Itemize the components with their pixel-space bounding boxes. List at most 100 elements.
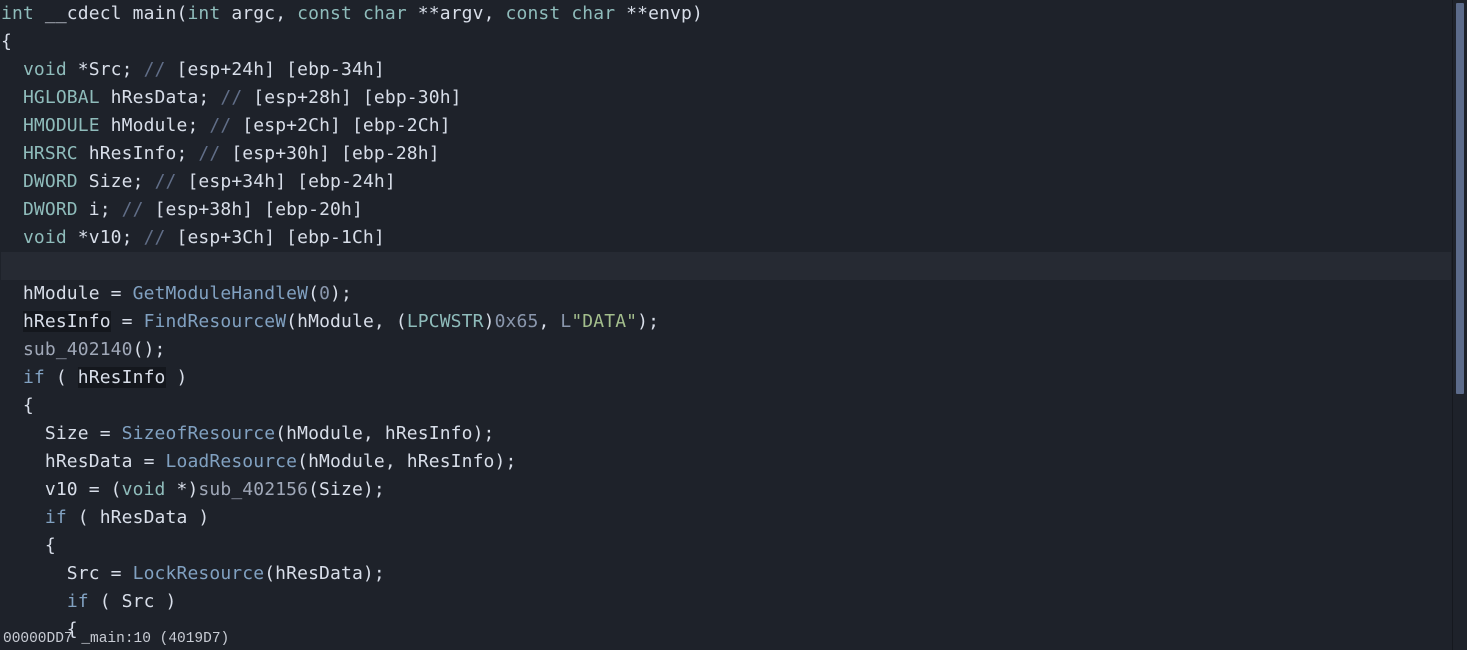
code-text: [esp+2Ch] [ebp-2Ch] bbox=[242, 115, 451, 136]
code-text: main bbox=[132, 3, 177, 24]
code-line[interactable]: DWORD Size; // [esp+34h] [ebp-24h] bbox=[1, 168, 1451, 196]
code-text: hModule = bbox=[1, 283, 133, 304]
comment-token: // bbox=[143, 59, 177, 80]
code-line[interactable]: if ( hResInfo ) bbox=[1, 364, 1451, 392]
code-text: , bbox=[538, 311, 561, 332]
function-token[interactable]: GetModuleHandleW bbox=[133, 283, 308, 304]
keyword-token: if bbox=[22, 367, 45, 388]
code-text: ( bbox=[44, 367, 78, 388]
function-token[interactable]: LockResource bbox=[133, 563, 265, 584]
subroutine-token[interactable]: sub_402156 bbox=[198, 479, 308, 500]
code-text: ( Src ) bbox=[88, 591, 177, 612]
comment-token: // bbox=[154, 171, 188, 192]
type-token: const bbox=[297, 3, 352, 24]
function-token[interactable]: LoadResource bbox=[166, 451, 298, 472]
function-token[interactable]: FindResourceW bbox=[144, 311, 287, 332]
code-line[interactable]: { bbox=[1, 532, 1451, 560]
type-token: const bbox=[505, 3, 561, 24]
code-text: ); bbox=[330, 283, 352, 304]
code-line[interactable]: void *v10; // [esp+3Ch] [ebp-1Ch] bbox=[1, 224, 1451, 252]
comment-token: // bbox=[220, 87, 254, 108]
comment-token: // bbox=[121, 199, 155, 220]
code-line[interactable]: void *Src; // [esp+24h] [ebp-34h] bbox=[1, 56, 1451, 84]
code-text: ) bbox=[483, 311, 495, 332]
code-text: [esp+38h] [ebp-20h] bbox=[154, 199, 363, 220]
type-token: HMODULE bbox=[22, 115, 100, 136]
subroutine-token[interactable]: sub_402140 bbox=[23, 339, 133, 360]
code-line[interactable]: HGLOBAL hResData; // [esp+28h] [ebp-30h] bbox=[1, 84, 1451, 112]
code-line[interactable]: HMODULE hModule; // [esp+2Ch] [ebp-2Ch] bbox=[1, 112, 1451, 140]
code-text: (hModule, hResInfo); bbox=[297, 451, 517, 472]
type-token: HRSRC bbox=[22, 143, 78, 164]
type-token: DWORD bbox=[22, 171, 78, 192]
code-line[interactable]: if ( Src ) bbox=[1, 588, 1451, 616]
code-text: [esp+34h] [ebp-24h] bbox=[187, 171, 396, 192]
code-text: hResData = bbox=[1, 451, 166, 472]
code-line[interactable]: if ( hResData ) bbox=[1, 504, 1451, 532]
highlighted-identifier[interactable]: hResInfo bbox=[22, 311, 111, 332]
number-token: 0 bbox=[319, 283, 331, 304]
code-text: (hModule, ( bbox=[286, 311, 407, 332]
type-token: char bbox=[362, 3, 407, 24]
code-text: ) bbox=[165, 367, 188, 388]
type-token: void bbox=[121, 479, 166, 500]
code-line[interactable]: { bbox=[1, 28, 1451, 56]
function-token[interactable]: SizeofResource bbox=[122, 423, 276, 444]
scrollbar-thumb[interactable] bbox=[1456, 3, 1464, 394]
code-text: (hResData); bbox=[264, 563, 385, 584]
number-token: 0x65 bbox=[494, 311, 539, 332]
code-text: [esp+30h] [ebp-28h] bbox=[231, 143, 440, 164]
code-line[interactable]: int __cdecl main(int argc, const char **… bbox=[1, 0, 1451, 28]
code-text: argc, bbox=[220, 3, 298, 24]
type-token: int bbox=[1, 3, 34, 24]
vertical-scrollbar[interactable] bbox=[1452, 0, 1467, 650]
pseudocode-view[interactable]: int __cdecl main(int argc, const char **… bbox=[0, 0, 1452, 650]
string-token: "DATA" bbox=[571, 311, 638, 332]
code-text: *Src; bbox=[66, 59, 144, 80]
code-text: **envp) bbox=[615, 3, 703, 24]
code-text: Size; bbox=[77, 171, 155, 192]
code-line[interactable]: { bbox=[1, 392, 1451, 420]
code-text: __cdecl bbox=[33, 3, 133, 24]
code-line[interactable]: v10 = (void *)sub_402156(Size); bbox=[1, 476, 1451, 504]
highlighted-identifier[interactable]: hResInfo bbox=[77, 367, 166, 388]
type-token: LPCWSTR bbox=[406, 311, 484, 332]
code-text: Src = bbox=[1, 563, 133, 584]
code-text: *v10; bbox=[66, 227, 144, 248]
code-text: ( bbox=[176, 3, 188, 24]
code-line[interactable]: hResInfo = FindResourceW(hModule, (LPCWS… bbox=[1, 308, 1451, 336]
code-line[interactable]: sub_402140(); bbox=[1, 336, 1451, 364]
code-text: i; bbox=[77, 199, 122, 220]
number-token: L bbox=[560, 311, 572, 332]
type-token: int bbox=[187, 3, 221, 24]
code-text: [esp+28h] [ebp-30h] bbox=[253, 87, 462, 108]
code-line[interactable]: DWORD i; // [esp+38h] [ebp-20h] bbox=[1, 196, 1451, 224]
code-text: hResInfo; bbox=[77, 143, 199, 164]
type-token: char bbox=[571, 3, 616, 24]
code-text: ( bbox=[308, 283, 320, 304]
code-line[interactable]: hResData = LoadResource(hModule, hResInf… bbox=[1, 448, 1451, 476]
code-text: { bbox=[1, 535, 56, 556]
code-line-current[interactable] bbox=[1, 252, 1451, 280]
code-text: **argv, bbox=[406, 3, 506, 24]
code-line[interactable]: Src = LockResource(hResData); bbox=[1, 560, 1451, 588]
code-text: v10 = ( bbox=[1, 479, 122, 500]
code-line[interactable]: HRSRC hResInfo; // [esp+30h] [ebp-28h] bbox=[1, 140, 1451, 168]
code-line[interactable]: Size = SizeofResource(hModule, hResInfo)… bbox=[1, 420, 1451, 448]
code-text: { bbox=[1, 395, 34, 416]
type-token: void bbox=[22, 59, 67, 80]
code-text: [esp+3Ch] [ebp-1Ch] bbox=[176, 227, 385, 248]
code-line[interactable]: hModule = GetModuleHandleW(0); bbox=[1, 280, 1451, 308]
code-text: [esp+24h] [ebp-34h] bbox=[176, 59, 385, 80]
code-text: = bbox=[110, 311, 144, 332]
